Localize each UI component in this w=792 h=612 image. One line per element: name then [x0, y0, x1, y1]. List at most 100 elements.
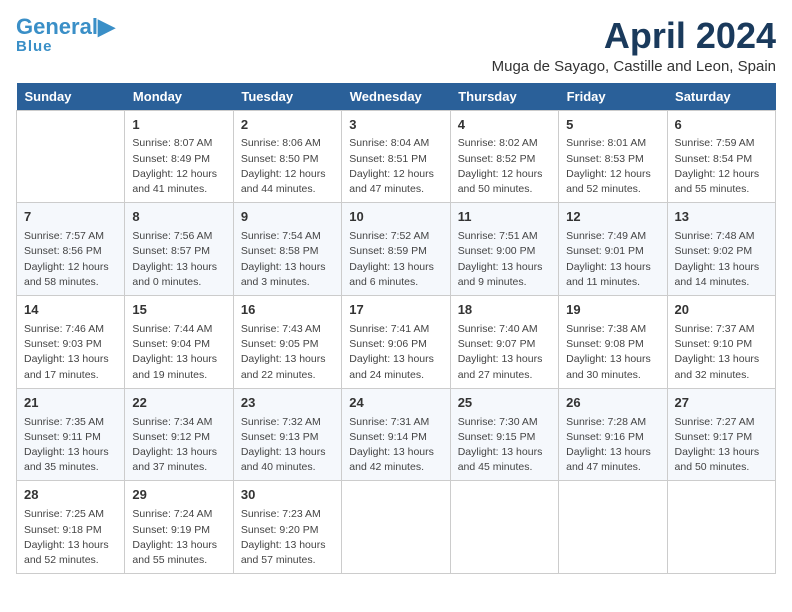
- day-number: 16: [241, 301, 334, 320]
- month-title: April 2024: [492, 16, 776, 56]
- day-number: 11: [458, 208, 551, 227]
- day-info: Sunrise: 8:07 AM Sunset: 8:49 PM Dayligh…: [132, 136, 225, 197]
- day-info: Sunrise: 7:56 AM Sunset: 8:57 PM Dayligh…: [132, 229, 225, 290]
- location-text: Muga de Sayago, Castille and Leon, Spain: [492, 58, 776, 75]
- day-number: 28: [24, 486, 117, 505]
- day-info: Sunrise: 7:40 AM Sunset: 9:07 PM Dayligh…: [458, 322, 551, 383]
- logo-blue-text: Blue: [16, 38, 53, 55]
- week-row-4: 21 Sunrise: 7:35 AM Sunset: 9:11 PM Dayli…: [17, 388, 776, 481]
- calendar-cell: 16 Sunrise: 7:43 AM Sunset: 9:05 PM Dayli…: [233, 296, 341, 389]
- day-number: 9: [241, 208, 334, 227]
- day-number: 12: [566, 208, 659, 227]
- day-number: 4: [458, 116, 551, 135]
- calendar-cell: 1Sunrise: 8:07 AM Sunset: 8:49 PM Daylig…: [125, 110, 233, 203]
- calendar-cell: 29 Sunrise: 7:24 AM Sunset: 9:19 PM Dayli…: [125, 481, 233, 574]
- day-number: 6: [675, 116, 768, 135]
- title-block: April 2024 Muga de Sayago, Castille and …: [492, 16, 776, 75]
- day-number: 25: [458, 394, 551, 413]
- calendar-cell: 24 Sunrise: 7:31 AM Sunset: 9:14 PM Dayli…: [342, 388, 450, 481]
- day-number: 10: [349, 208, 442, 227]
- calendar-cell: 13Sunrise: 7:48 AM Sunset: 9:02 PM Dayli…: [667, 203, 775, 296]
- calendar-cell: 10 Sunrise: 7:52 AM Sunset: 8:59 PM Dayli…: [342, 203, 450, 296]
- logo: General▶ Blue: [16, 16, 115, 55]
- day-number: 29: [132, 486, 225, 505]
- week-row-2: 7 Sunrise: 7:57 AM Sunset: 8:56 PM Daylig…: [17, 203, 776, 296]
- day-info: Sunrise: 7:35 AM Sunset: 9:11 PM Dayligh…: [24, 415, 117, 476]
- day-info: Sunrise: 7:46 AM Sunset: 9:03 PM Dayligh…: [24, 322, 117, 383]
- day-number: 26: [566, 394, 659, 413]
- calendar-cell: 3Sunrise: 8:04 AM Sunset: 8:51 PM Daylig…: [342, 110, 450, 203]
- calendar-cell: 28 Sunrise: 7:25 AM Sunset: 9:18 PM Dayli…: [17, 481, 125, 574]
- calendar-cell: 8 Sunrise: 7:56 AM Sunset: 8:57 PM Daylig…: [125, 203, 233, 296]
- day-info: Sunrise: 7:44 AM Sunset: 9:04 PM Dayligh…: [132, 322, 225, 383]
- day-number: 23: [241, 394, 334, 413]
- day-number: 3: [349, 116, 442, 135]
- calendar-cell: 6Sunrise: 7:59 AM Sunset: 8:54 PM Daylig…: [667, 110, 775, 203]
- day-number: 8: [132, 208, 225, 227]
- day-number: 30: [241, 486, 334, 505]
- day-info: Sunrise: 8:02 AM Sunset: 8:52 PM Dayligh…: [458, 136, 551, 197]
- day-info: Sunrise: 7:30 AM Sunset: 9:15 PM Dayligh…: [458, 415, 551, 476]
- day-info: Sunrise: 7:32 AM Sunset: 9:13 PM Dayligh…: [241, 415, 334, 476]
- day-number: 7: [24, 208, 117, 227]
- day-info: Sunrise: 7:31 AM Sunset: 9:14 PM Dayligh…: [349, 415, 442, 476]
- logo-general: General▶: [16, 16, 115, 38]
- page-header: General▶ Blue April 2024 Muga de Sayago,…: [16, 16, 776, 75]
- logo-general-text: General: [16, 14, 98, 39]
- day-info: Sunrise: 7:24 AM Sunset: 9:19 PM Dayligh…: [132, 507, 225, 568]
- weekday-header-saturday: Saturday: [667, 83, 775, 111]
- day-number: 13: [675, 208, 768, 227]
- calendar-cell: 12Sunrise: 7:49 AM Sunset: 9:01 PM Dayli…: [559, 203, 667, 296]
- day-number: 18: [458, 301, 551, 320]
- calendar-cell: 17 Sunrise: 7:41 AM Sunset: 9:06 PM Dayli…: [342, 296, 450, 389]
- day-number: 2: [241, 116, 334, 135]
- calendar-cell: 15 Sunrise: 7:44 AM Sunset: 9:04 PM Dayli…: [125, 296, 233, 389]
- week-row-3: 14 Sunrise: 7:46 AM Sunset: 9:03 PM Dayli…: [17, 296, 776, 389]
- calendar-cell: 30 Sunrise: 7:23 AM Sunset: 9:20 PM Dayli…: [233, 481, 341, 574]
- day-info: Sunrise: 7:43 AM Sunset: 9:05 PM Dayligh…: [241, 322, 334, 383]
- day-number: 19: [566, 301, 659, 320]
- day-number: 24: [349, 394, 442, 413]
- weekday-header-monday: Monday: [125, 83, 233, 111]
- calendar-cell: 26 Sunrise: 7:28 AM Sunset: 9:16 PM Dayli…: [559, 388, 667, 481]
- weekday-header-thursday: Thursday: [450, 83, 558, 111]
- calendar-cell: 7 Sunrise: 7:57 AM Sunset: 8:56 PM Daylig…: [17, 203, 125, 296]
- calendar-cell: 5Sunrise: 8:01 AM Sunset: 8:53 PM Daylig…: [559, 110, 667, 203]
- calendar-cell: [17, 110, 125, 203]
- day-info: Sunrise: 7:38 AM Sunset: 9:08 PM Dayligh…: [566, 322, 659, 383]
- day-info: Sunrise: 7:59 AM Sunset: 8:54 PM Dayligh…: [675, 136, 768, 197]
- day-number: 5: [566, 116, 659, 135]
- week-row-5: 28 Sunrise: 7:25 AM Sunset: 9:18 PM Dayli…: [17, 481, 776, 574]
- calendar-cell: [450, 481, 558, 574]
- calendar-cell: 18 Sunrise: 7:40 AM Sunset: 9:07 PM Dayli…: [450, 296, 558, 389]
- weekday-header-wednesday: Wednesday: [342, 83, 450, 111]
- calendar-cell: 19 Sunrise: 7:38 AM Sunset: 9:08 PM Dayli…: [559, 296, 667, 389]
- calendar-cell: 11Sunrise: 7:51 AM Sunset: 9:00 PM Dayli…: [450, 203, 558, 296]
- weekday-header-tuesday: Tuesday: [233, 83, 341, 111]
- day-info: Sunrise: 7:41 AM Sunset: 9:06 PM Dayligh…: [349, 322, 442, 383]
- day-number: 15: [132, 301, 225, 320]
- day-number: 17: [349, 301, 442, 320]
- day-info: Sunrise: 7:23 AM Sunset: 9:20 PM Dayligh…: [241, 507, 334, 568]
- calendar-cell: 22Sunrise: 7:34 AM Sunset: 9:12 PM Dayli…: [125, 388, 233, 481]
- day-info: Sunrise: 7:54 AM Sunset: 8:58 PM Dayligh…: [241, 229, 334, 290]
- calendar-cell: 23 Sunrise: 7:32 AM Sunset: 9:13 PM Dayli…: [233, 388, 341, 481]
- day-number: 20: [675, 301, 768, 320]
- day-info: Sunrise: 7:25 AM Sunset: 9:18 PM Dayligh…: [24, 507, 117, 568]
- day-info: Sunrise: 8:04 AM Sunset: 8:51 PM Dayligh…: [349, 136, 442, 197]
- day-info: Sunrise: 7:52 AM Sunset: 8:59 PM Dayligh…: [349, 229, 442, 290]
- calendar-cell: 25 Sunrise: 7:30 AM Sunset: 9:15 PM Dayli…: [450, 388, 558, 481]
- day-info: Sunrise: 7:57 AM Sunset: 8:56 PM Dayligh…: [24, 229, 117, 290]
- logo-arrow: ▶: [98, 14, 115, 39]
- day-number: 21: [24, 394, 117, 413]
- calendar-cell: [342, 481, 450, 574]
- day-info: Sunrise: 8:06 AM Sunset: 8:50 PM Dayligh…: [241, 136, 334, 197]
- day-info: Sunrise: 7:28 AM Sunset: 9:16 PM Dayligh…: [566, 415, 659, 476]
- day-info: Sunrise: 7:34 AM Sunset: 9:12 PM Dayligh…: [132, 415, 225, 476]
- day-info: Sunrise: 7:37 AM Sunset: 9:10 PM Dayligh…: [675, 322, 768, 383]
- day-number: 14: [24, 301, 117, 320]
- weekday-header-friday: Friday: [559, 83, 667, 111]
- day-info: Sunrise: 8:01 AM Sunset: 8:53 PM Dayligh…: [566, 136, 659, 197]
- calendar-cell: 2Sunrise: 8:06 AM Sunset: 8:50 PM Daylig…: [233, 110, 341, 203]
- weekday-header-row: SundayMondayTuesdayWednesdayThursdayFrid…: [17, 83, 776, 111]
